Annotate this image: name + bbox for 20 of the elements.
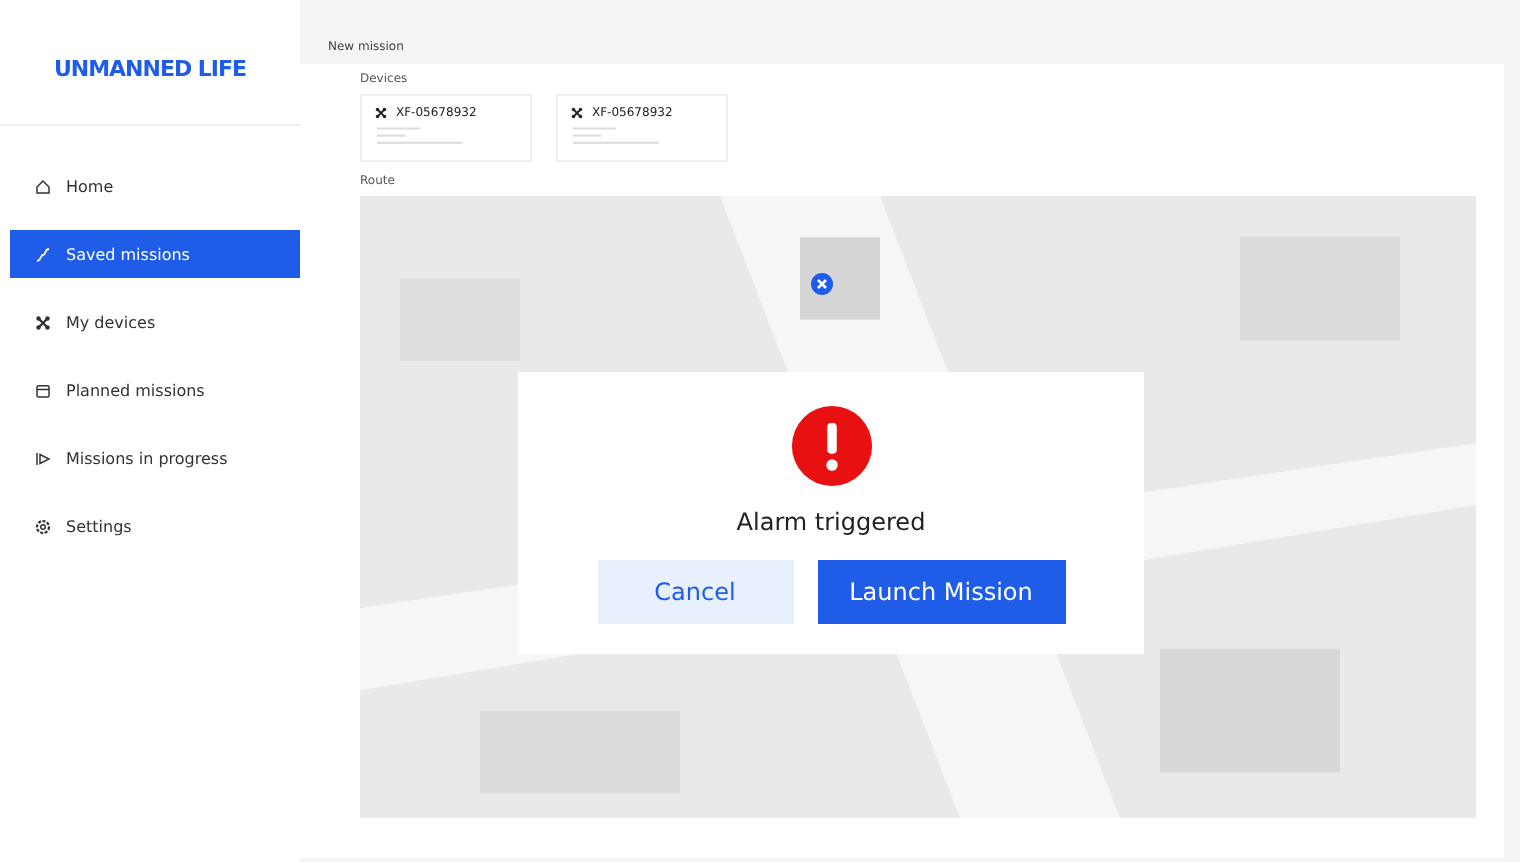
sidebar-item[interactable]: Home [10, 162, 300, 210]
map-marker-icon [810, 272, 834, 296]
launch-button[interactable]: Launch Mission [817, 560, 1065, 624]
dialog-message: Alarm triggered [736, 508, 926, 536]
cancel-button[interactable]: Cancel [597, 560, 793, 624]
logo: UNMANNED LIFE [51, 54, 249, 86]
home-icon [34, 177, 52, 195]
drone-icon [374, 106, 388, 120]
sidebar-item[interactable]: My devices [10, 298, 300, 346]
alert-icon [789, 404, 873, 488]
settings-icon [34, 517, 52, 535]
play-icon [34, 449, 52, 467]
drone-icon [570, 106, 584, 120]
route-icon [34, 245, 52, 263]
sidebar-item[interactable]: Missions in progress [10, 434, 300, 482]
sidebar-item[interactable]: Saved missions [10, 230, 300, 278]
sidebar-item[interactable]: Settings [10, 502, 300, 550]
drone-icon [34, 313, 52, 331]
sidebar-item[interactable]: Planned missions [10, 366, 300, 414]
calendar-icon [34, 381, 52, 399]
